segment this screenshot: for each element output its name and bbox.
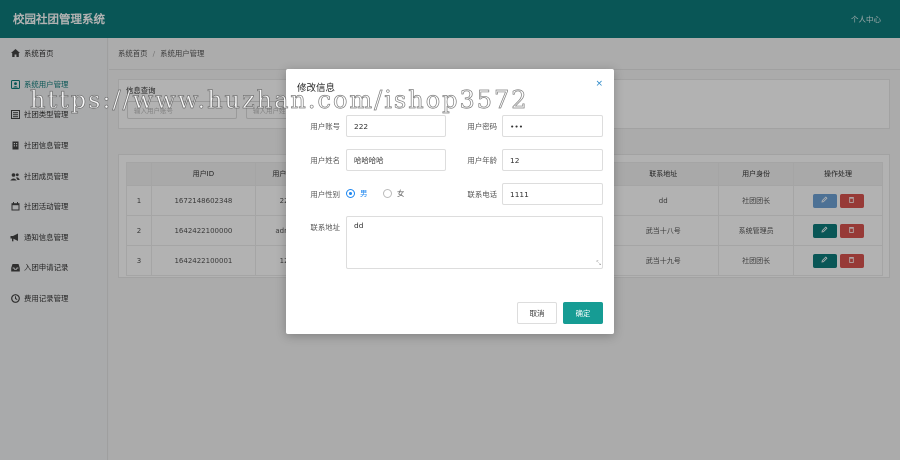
phone-label: 联系电话 (467, 190, 497, 199)
gender-option-label: 女 (397, 189, 405, 198)
confirm-button[interactable]: 确定 (563, 302, 603, 324)
address-value: dd (354, 221, 364, 230)
radio-dot (383, 189, 392, 198)
age-label: 用户年龄 (467, 156, 497, 165)
phone-field[interactable]: 1111 (502, 183, 603, 205)
password-label: 用户密码 (467, 122, 497, 131)
resize-grip-icon[interactable]: ⤡ (596, 261, 601, 267)
gender-option-label: 男 (360, 189, 368, 198)
age-field[interactable]: 12 (502, 149, 603, 171)
account-field[interactable]: 222 (346, 115, 446, 137)
name-label: 用户姓名 (310, 156, 340, 165)
cancel-button[interactable]: 取消 (517, 302, 557, 324)
gender-radio-female[interactable]: 女 (383, 188, 404, 199)
watermark: https://www.huzhan.com/ishop3572 (30, 86, 529, 115)
password-field[interactable]: ••• (502, 115, 603, 137)
radio-dot (346, 189, 355, 198)
name-field[interactable]: 哈哈哈哈 (346, 149, 446, 171)
account-label: 用户账号 (310, 122, 340, 131)
gender-label: 用户性别 (310, 190, 340, 199)
address-label: 联系地址 (310, 223, 340, 232)
address-textarea[interactable]: dd ⤡ (346, 216, 603, 269)
close-icon[interactable]: × (595, 79, 603, 89)
gender-radio-male[interactable]: 男 (346, 188, 367, 199)
